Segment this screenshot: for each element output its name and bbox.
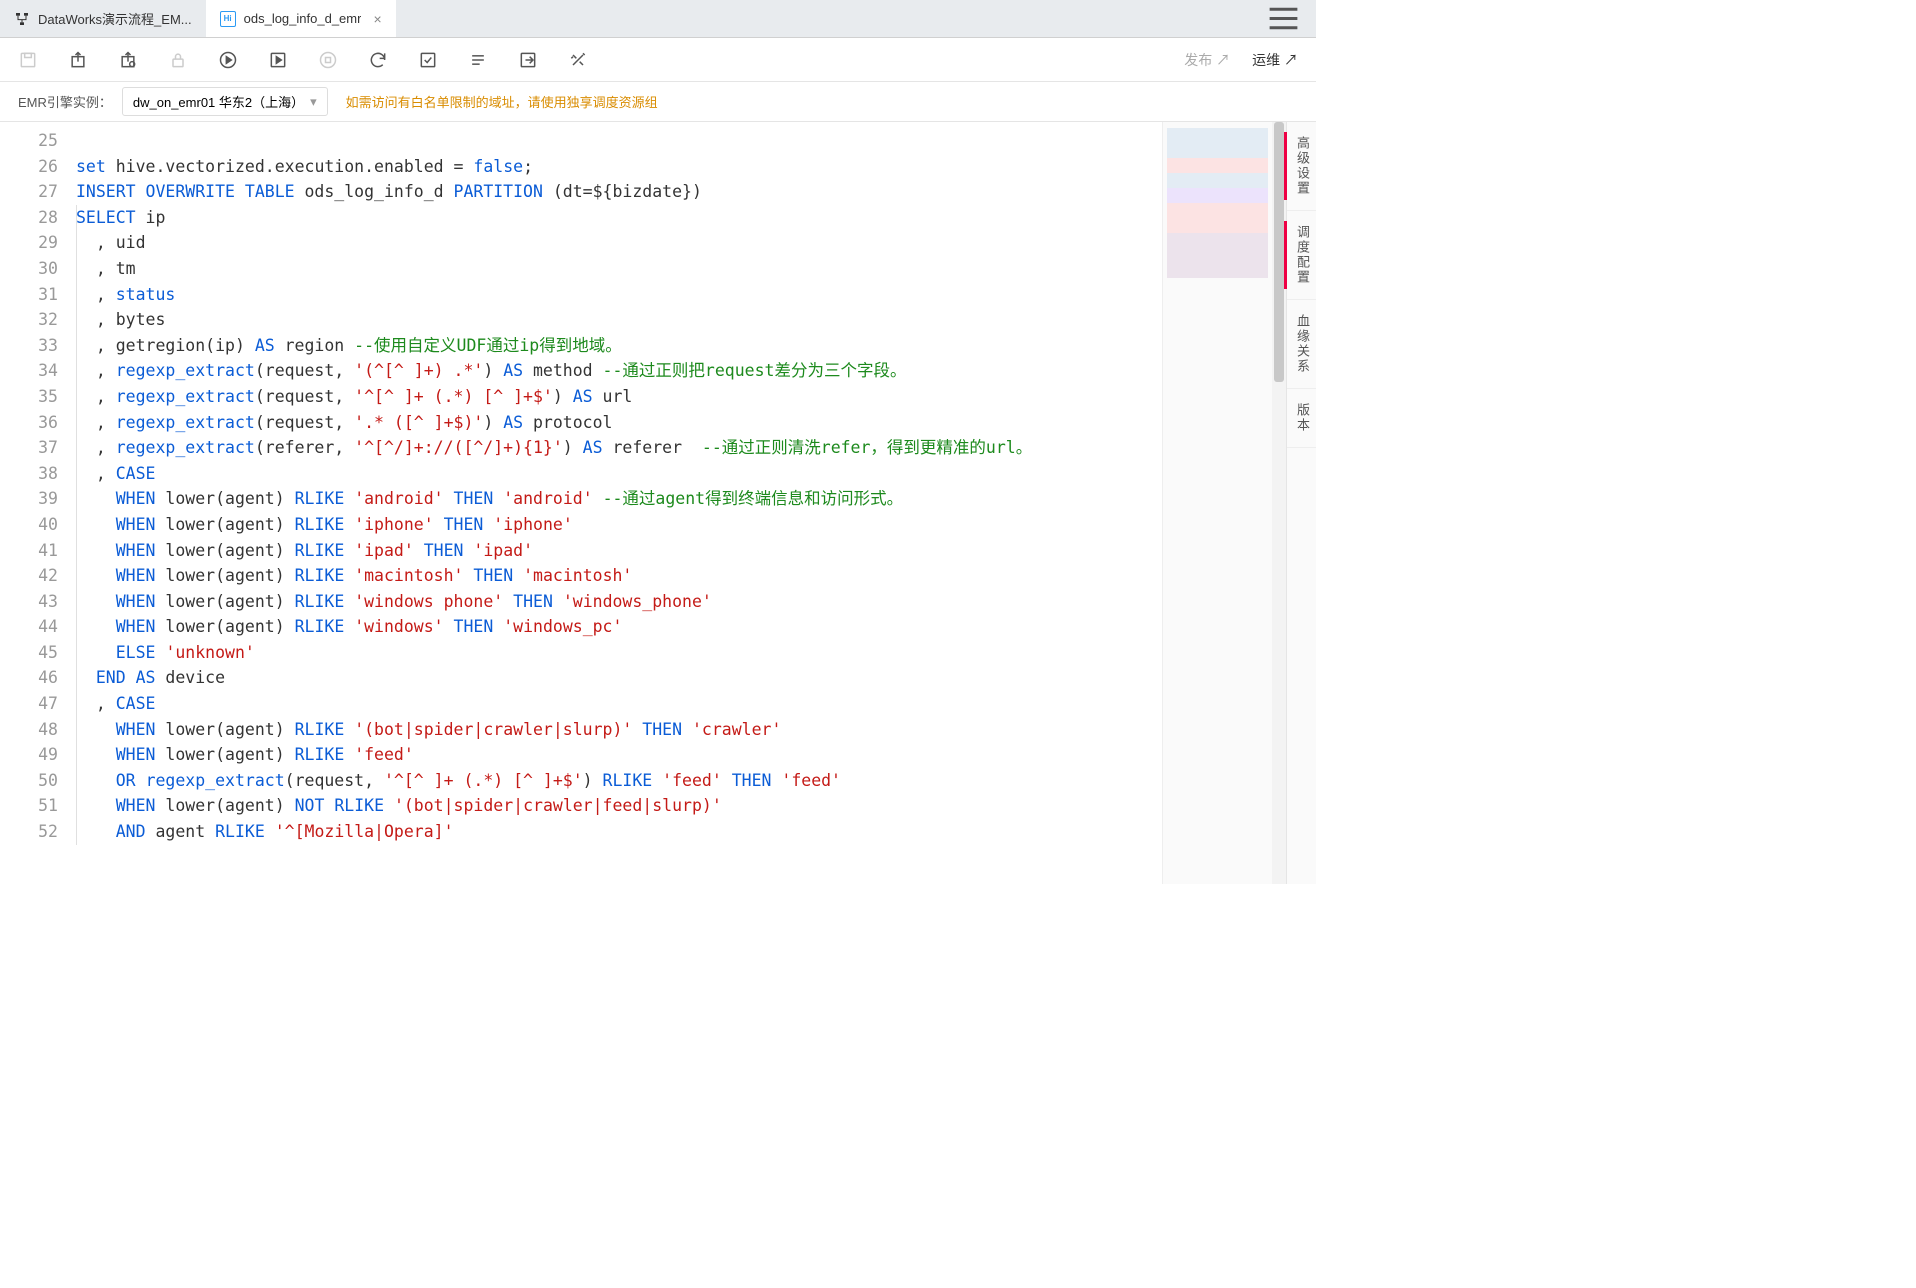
code-line[interactable]: WHEN lower(agent) NOT RLIKE '(bot|spider… <box>76 793 1162 819</box>
code-area[interactable]: set hive.vectorized.execution.enabled = … <box>76 122 1162 884</box>
code-line[interactable]: set hive.vectorized.execution.enabled = … <box>76 154 1162 180</box>
code-line[interactable]: INSERT OVERWRITE TABLE ods_log_info_d PA… <box>76 179 1162 205</box>
reload-icon[interactable] <box>368 50 388 70</box>
code-line[interactable]: WHEN lower(agent) RLIKE 'macintosh' THEN… <box>76 563 1162 589</box>
code-line[interactable]: , tm <box>76 256 1162 282</box>
code-line[interactable]: , CASE <box>76 461 1162 487</box>
code-line[interactable]: WHEN lower(agent) RLIKE 'windows' THEN '… <box>76 614 1162 640</box>
engine-select[interactable]: dw_on_emr01 华东2（上海） ▾ <box>122 87 328 116</box>
code-line[interactable]: ELSE 'unknown' <box>76 640 1162 666</box>
ops-link[interactable]: 运维 ↗ <box>1252 50 1298 70</box>
side-tab-2[interactable]: 血缘关系 <box>1287 300 1316 389</box>
code-editor[interactable]: 2526272829303132333435363738394041424344… <box>0 122 1286 884</box>
lock-icon[interactable] <box>168 50 188 70</box>
check-icon[interactable] <box>418 50 438 70</box>
tab-0[interactable]: DataWorks演示流程_EM... <box>0 0 206 37</box>
side-tab-3[interactable]: 版本 <box>1287 389 1316 448</box>
code-line[interactable]: , bytes <box>76 307 1162 333</box>
run-icon[interactable] <box>218 50 238 70</box>
tab-1[interactable]: Hi ods_log_info_d_emr × <box>206 0 396 37</box>
code-line[interactable]: , CASE <box>76 691 1162 717</box>
engine-bar: EMR引擎实例： dw_on_emr01 华东2（上海） ▾ 如需访问有白名单限… <box>0 82 1316 122</box>
tab-label: ods_log_info_d_emr <box>244 11 362 26</box>
code-line[interactable]: , status <box>76 282 1162 308</box>
code-line[interactable]: END AS device <box>76 665 1162 691</box>
code-line[interactable]: AND agent RLIKE '^[Mozilla|Opera]' <box>76 819 1162 845</box>
code-line[interactable]: OR regexp_extract(request, '^[^ ]+ (.*) … <box>76 768 1162 794</box>
menu-icon[interactable] <box>1251 0 1316 37</box>
run-selection-icon[interactable] <box>268 50 288 70</box>
code-line[interactable]: WHEN lower(agent) RLIKE 'android' THEN '… <box>76 486 1162 512</box>
stop-icon[interactable] <box>318 50 338 70</box>
code-line[interactable]: , uid <box>76 230 1162 256</box>
submit-icon[interactable] <box>68 50 88 70</box>
hive-icon: Hi <box>220 11 236 27</box>
code-line[interactable]: WHEN lower(agent) RLIKE 'feed' <box>76 742 1162 768</box>
line-gutter: 2526272829303132333435363738394041424344… <box>0 122 76 884</box>
format-icon[interactable] <box>468 50 488 70</box>
code-line[interactable]: , regexp_extract(request, '(^[^ ]+) .*')… <box>76 358 1162 384</box>
code-line[interactable] <box>76 128 1162 154</box>
toolbar: 发布 ↗ 运维 ↗ <box>0 38 1316 82</box>
code-line[interactable]: WHEN lower(agent) RLIKE 'windows phone' … <box>76 589 1162 615</box>
code-line[interactable]: , regexp_extract(referer, '^[^/]+://([^/… <box>76 435 1162 461</box>
save-icon[interactable] <box>18 50 38 70</box>
code-line[interactable]: WHEN lower(agent) RLIKE 'iphone' THEN 'i… <box>76 512 1162 538</box>
code-line[interactable]: WHEN lower(agent) RLIKE '(bot|spider|cra… <box>76 717 1162 743</box>
code-line[interactable]: , regexp_extract(request, '^[^ ]+ (.*) [… <box>76 384 1162 410</box>
publish-link[interactable]: 发布 ↗ <box>1184 50 1230 70</box>
flow-icon <box>14 11 30 27</box>
code-line[interactable]: , regexp_extract(request, '.* ([^ ]+$)')… <box>76 410 1162 436</box>
engine-value: dw_on_emr01 华东2（上海） <box>133 92 304 111</box>
tabs-bar: DataWorks演示流程_EM... Hi ods_log_info_d_emr × <box>0 0 1316 38</box>
minimap[interactable] <box>1162 122 1272 884</box>
tab-label: DataWorks演示流程_EM... <box>38 9 192 28</box>
tools-icon[interactable] <box>568 50 588 70</box>
submit-unlock-icon[interactable] <box>118 50 138 70</box>
export-icon[interactable] <box>518 50 538 70</box>
code-line[interactable]: SELECT ip <box>76 205 1162 231</box>
code-line[interactable]: WHEN lower(agent) RLIKE 'ipad' THEN 'ipa… <box>76 538 1162 564</box>
code-line[interactable]: , getregion(ip) AS region --使用自定义UDF通过ip… <box>76 333 1162 359</box>
chevron-down-icon: ▾ <box>310 94 317 110</box>
engine-label: EMR引擎实例： <box>18 92 112 111</box>
scrollbar-thumb[interactable] <box>1274 122 1284 382</box>
side-tab-1[interactable]: 调度配置 <box>1287 211 1316 300</box>
close-icon[interactable]: × <box>373 11 381 27</box>
side-panel: 高级设置调度配置血缘关系版本 <box>1286 122 1316 884</box>
main-area: 2526272829303132333435363738394041424344… <box>0 122 1316 884</box>
engine-notice: 如需访问有白名单限制的域址，请使用独享调度资源组 <box>346 92 658 111</box>
side-tab-0[interactable]: 高级设置 <box>1287 122 1316 211</box>
